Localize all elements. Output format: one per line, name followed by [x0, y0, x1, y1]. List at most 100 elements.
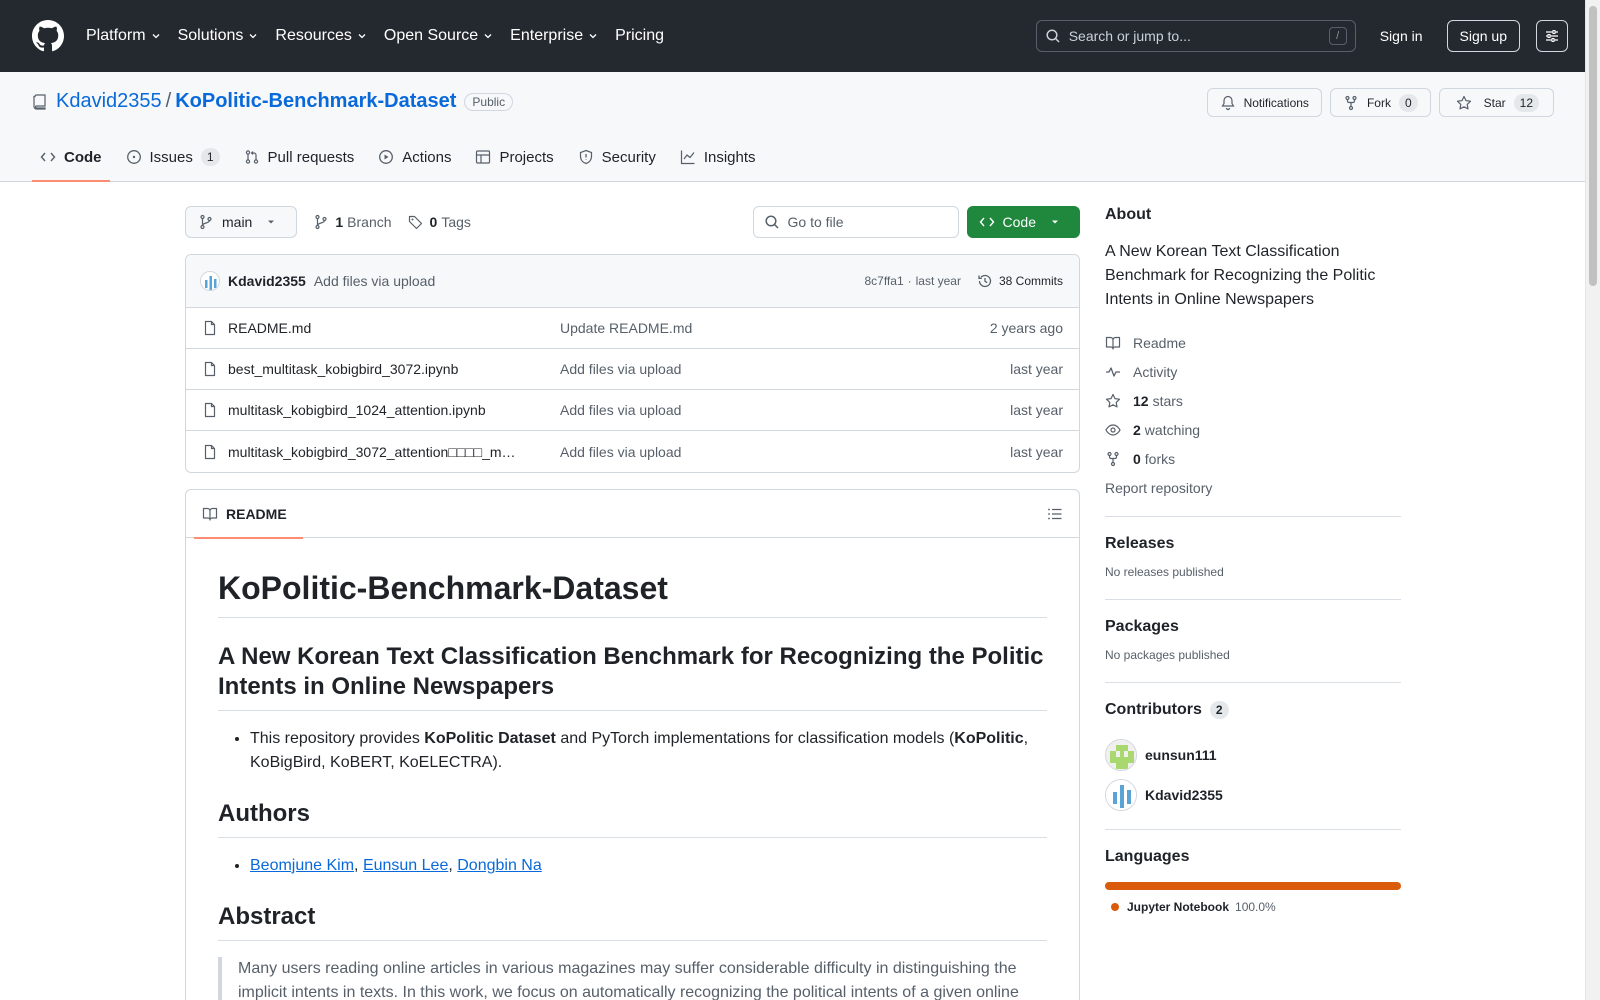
sign-in-link[interactable]: Sign in — [1380, 28, 1423, 44]
file-date: last year — [1010, 361, 1063, 377]
github-logo-icon[interactable] — [32, 20, 86, 52]
readme-link[interactable]: Readme — [1105, 328, 1401, 357]
tab-code[interactable]: Code — [32, 133, 110, 182]
visibility-badge: Public — [464, 92, 514, 111]
activity-link[interactable]: Activity — [1105, 357, 1401, 386]
repo-sidebar: About A New Korean Text Classification B… — [1105, 206, 1401, 914]
scrollbar-thumb[interactable] — [1589, 6, 1597, 286]
releases-heading[interactable]: Releases — [1105, 535, 1401, 553]
contributors-section: Contributors 2 eunsun111 Kdavid2355 — [1105, 682, 1401, 815]
contributor-item[interactable]: Kdavid2355 — [1105, 775, 1401, 815]
language-name: Jupyter Notebook — [1127, 900, 1230, 914]
readme-tab[interactable]: README — [194, 490, 303, 539]
chevron-down-icon — [150, 30, 162, 42]
issues-count: 1 — [200, 148, 220, 166]
search-placeholder: Search or jump to... — [1068, 28, 1191, 44]
report-repository-link[interactable]: Report repository — [1105, 473, 1401, 502]
branch-selector[interactable]: main — [185, 206, 298, 238]
contributor-item[interactable]: eunsun111 — [1105, 735, 1401, 775]
packages-heading[interactable]: Packages — [1105, 618, 1401, 636]
tab-security-label: Security — [601, 148, 656, 166]
author-link[interactable]: Eunsun Lee — [363, 857, 448, 874]
tab-issues[interactable]: Issues 1 — [118, 133, 228, 181]
tab-insights[interactable]: Insights — [672, 133, 764, 181]
notifications-button[interactable]: Notifications — [1206, 88, 1322, 117]
file-commit-message[interactable]: Add files via upload — [560, 402, 1010, 418]
global-search-input[interactable]: Search or jump to... / — [1035, 20, 1356, 52]
tab-pull-requests[interactable]: Pull requests — [236, 133, 363, 181]
tags-link[interactable]: 0 Tags — [408, 214, 471, 230]
table-row[interactable]: multitask_kobigbird_1024_attention.ipynb… — [186, 390, 1079, 431]
nav-solutions[interactable]: Solutions — [178, 27, 260, 45]
star-icon — [1105, 393, 1133, 409]
author-separator: , — [354, 857, 363, 874]
author-link[interactable]: Beomjune Kim — [250, 857, 354, 874]
nav-enterprise[interactable]: Enterprise — [510, 27, 599, 45]
languages-section: Languages Jupyter Notebook 100.0% — [1105, 829, 1401, 914]
star-button[interactable]: Star 12 — [1438, 88, 1554, 117]
table-row[interactable]: README.md Update README.md 2 years ago — [186, 308, 1079, 349]
author-separator: , — [448, 857, 458, 874]
commit-author-link[interactable]: Kdavid2355 — [228, 273, 306, 289]
file-commit-message[interactable]: Add files via upload — [560, 361, 1010, 377]
file-icon — [202, 402, 228, 418]
repo-tabs: Code Issues 1 Pull requests Actions Proj… — [32, 133, 772, 182]
nav-label: Solutions — [177, 27, 244, 44]
file-name-link[interactable]: README.md — [228, 320, 560, 336]
file-date: 2 years ago — [989, 320, 1063, 336]
tab-actions[interactable]: Actions — [370, 133, 459, 181]
list-icon[interactable] — [1047, 506, 1063, 522]
menu-button[interactable] — [1536, 20, 1568, 52]
tag-icon — [408, 214, 424, 230]
language-item[interactable]: Jupyter Notebook 100.0% — [1105, 900, 1401, 914]
commit-meta: 8c7ffa1 · last year 38 Commits — [864, 273, 1063, 289]
watchers-link[interactable]: 2 watching — [1105, 415, 1401, 444]
branches-link[interactable]: 1 Branch — [313, 214, 392, 230]
nav-open-source[interactable]: Open Source — [384, 27, 494, 45]
star-label: Star — [1483, 95, 1506, 110]
table-row[interactable]: multitask_kobigbird_3072_attention□□□□_m… — [186, 431, 1079, 472]
tab-projects[interactable]: Projects — [467, 133, 561, 181]
fork-button[interactable]: Fork 0 — [1329, 88, 1431, 117]
nav-resources[interactable]: Resources — [275, 27, 367, 45]
contributors-heading[interactable]: Contributors 2 — [1105, 701, 1401, 719]
file-name-link[interactable]: best_multitask_kobigbird_3072.ipynb — [228, 361, 560, 377]
page-scrollbar[interactable] — [1585, 0, 1600, 1000]
sign-up-button[interactable]: Sign up — [1446, 20, 1520, 52]
intro-text-b: KoPolitic Dataset — [424, 730, 556, 747]
repo-owner-link[interactable]: Kdavid2355 — [56, 90, 162, 113]
pulse-icon — [1105, 364, 1133, 380]
file-commit-message[interactable]: Update README.md — [560, 320, 990, 336]
file-name-link[interactable]: multitask_kobigbird_3072_attention□□□□_m… — [228, 444, 560, 460]
activity-label: Activity — [1133, 363, 1178, 380]
repo-actions: Notifications Fork 0 Star 12 — [1199, 88, 1554, 117]
shield-icon — [578, 149, 602, 165]
commits-history-link[interactable]: 38 Commits — [977, 273, 1063, 289]
forks-link[interactable]: 0 forks — [1105, 444, 1401, 473]
author-link[interactable]: Dongbin Na — [457, 857, 542, 874]
commit-hash-link[interactable]: 8c7ffa1 — [864, 274, 903, 288]
file-name-link[interactable]: multitask_kobigbird_1024_attention.ipynb — [228, 402, 560, 418]
language-bar — [1105, 882, 1401, 890]
readme-link-label: Readme — [1133, 334, 1186, 351]
repo-name-link[interactable]: KoPolitic-Benchmark-Dataset — [175, 90, 456, 113]
file-commit-message[interactable]: Add files via upload — [560, 444, 1010, 460]
commit-message-link[interactable]: Add files via upload — [314, 273, 435, 289]
bell-icon — [1220, 95, 1244, 111]
nav-pricing[interactable]: Pricing — [615, 27, 664, 45]
code-dropdown-button[interactable]: Code — [966, 206, 1080, 238]
stars-link[interactable]: 12 stars — [1105, 386, 1401, 415]
list-item: This repository provides KoPolitic Datas… — [250, 727, 1047, 775]
table-row[interactable]: best_multitask_kobigbird_3072.ipynb Add … — [186, 349, 1079, 390]
repo-main: main 1 Branch 0 Tags Go to file Code Kda… — [185, 206, 1080, 1000]
languages-heading: Languages — [1105, 848, 1190, 865]
readme-header: README — [186, 490, 1079, 539]
go-to-file-input[interactable]: Go to file — [752, 206, 959, 238]
star-icon — [1456, 95, 1480, 111]
repo-separator: / — [165, 90, 172, 112]
tab-security[interactable]: Security — [570, 133, 664, 181]
avatar[interactable] — [200, 271, 220, 291]
about-description: A New Korean Text Classification Benchma… — [1105, 243, 1376, 308]
nav-platform[interactable]: Platform — [86, 27, 162, 45]
commit-date: last year — [915, 274, 961, 288]
